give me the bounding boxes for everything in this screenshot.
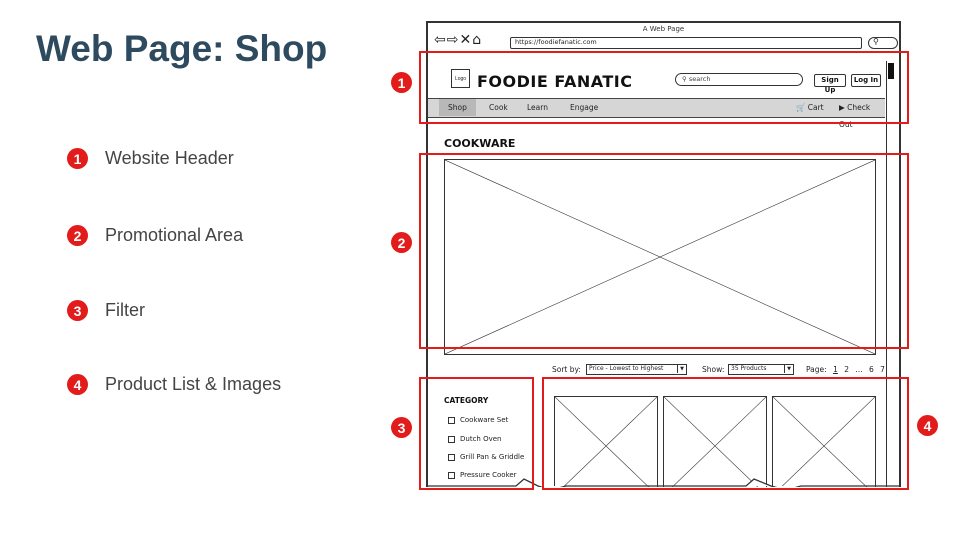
annotation-box-filter: [419, 377, 534, 490]
pagination: Page: 1 2 ... 6 7: [806, 363, 889, 376]
legend-badge: 4: [67, 374, 88, 395]
page-link-6[interactable]: 6: [869, 365, 874, 374]
page-label: Page:: [806, 365, 827, 374]
page-ellipsis: ...: [855, 365, 863, 374]
browser-nav: ⇦⇨✕⌂: [434, 32, 482, 48]
stop-icon[interactable]: ✕: [459, 32, 472, 48]
show-value: 35 Products: [731, 365, 767, 372]
dropdown-arrow-icon: ▼: [677, 365, 686, 373]
show-label: Show:: [702, 365, 725, 374]
annotation-box-products: [542, 377, 909, 490]
sort-label: Sort by:: [552, 365, 581, 374]
show-select[interactable]: 35 Products ▼: [728, 364, 794, 375]
legend-label: Promotional Area: [105, 225, 244, 245]
legend-badge: 2: [67, 225, 88, 246]
callout-badge-3: 3: [391, 417, 412, 438]
callout-badge-4: 4: [917, 415, 938, 436]
annotation-box-header: [419, 51, 909, 124]
forward-arrow-icon[interactable]: ⇨: [447, 32, 460, 48]
search-icon: ⚲: [873, 37, 879, 46]
legend-item-filter: 3 Filter: [67, 300, 145, 321]
callout-badge-1: 1: [391, 72, 412, 93]
sort-select[interactable]: Price - Lowest to Highest ▼: [586, 364, 687, 375]
sort-value: Price - Lowest to Highest: [589, 365, 664, 372]
callout-badge-2: 2: [391, 232, 412, 253]
home-icon[interactable]: ⌂: [472, 32, 482, 48]
browser-search-field[interactable]: ⚲: [868, 37, 898, 49]
legend-item-header: 1 Website Header: [67, 148, 234, 169]
legend-badge: 1: [67, 148, 88, 169]
back-arrow-icon[interactable]: ⇦: [434, 32, 447, 48]
annotation-box-promo: [419, 153, 909, 349]
section-title: COOKWARE: [444, 137, 516, 150]
page-link-2[interactable]: 2: [844, 365, 849, 374]
legend-item-promo: 2 Promotional Area: [67, 225, 243, 246]
legend-badge: 3: [67, 300, 88, 321]
legend-label: Website Header: [105, 148, 234, 168]
page-link-7[interactable]: 7: [880, 365, 885, 374]
legend-label: Product List & Images: [105, 374, 282, 394]
window-title: A Web Page: [642, 25, 685, 33]
legend-label: Filter: [105, 300, 145, 320]
page-link-1[interactable]: 1: [833, 365, 838, 374]
slide-title: Web Page: Shop: [36, 28, 328, 69]
dropdown-arrow-icon: ▼: [784, 365, 793, 373]
slide: Web Page: Shop 1 Website Header 2 Promot…: [0, 0, 960, 540]
url-bar[interactable]: https://foodiefanatic.com: [510, 37, 862, 49]
legend-item-products: 4 Product List & Images: [67, 374, 281, 395]
